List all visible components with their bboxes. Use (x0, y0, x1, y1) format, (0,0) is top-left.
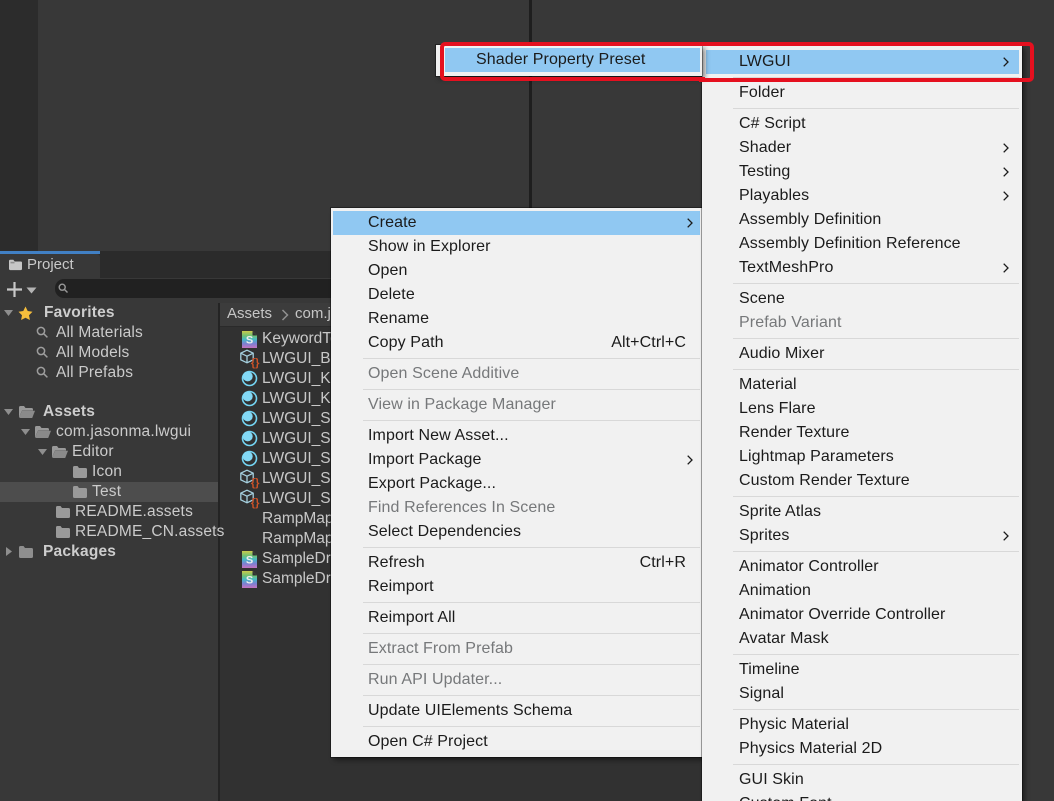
svg-text:S: S (246, 555, 253, 567)
svg-text:{}: {} (251, 357, 260, 369)
svg-text:{}: {} (251, 497, 260, 509)
svg-text:S: S (246, 335, 253, 347)
svg-text:S: S (246, 575, 253, 587)
svg-text:{}: {} (251, 477, 260, 489)
